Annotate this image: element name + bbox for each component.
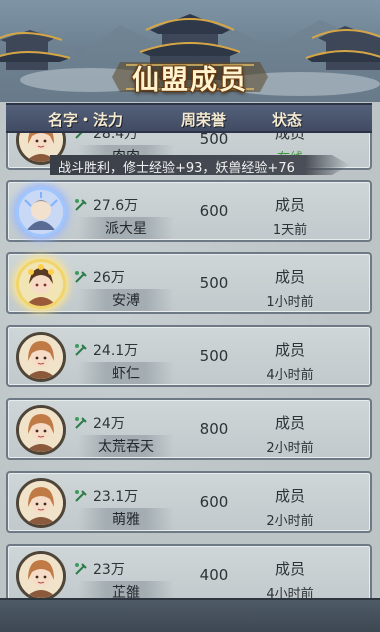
member-last-online: 4小时前 — [266, 368, 314, 383]
member-row[interactable]: 23.1万 萌雅 600 成员 2小时前 — [6, 471, 372, 533]
member-row[interactable]: 23万 芷雒 400 成员 4小时前 — [6, 544, 372, 606]
member-last-online: 2小时前 — [266, 441, 314, 456]
title-banner: 仙盟成员 — [112, 54, 268, 100]
member-name: 虾仁 — [78, 362, 174, 384]
member-last-online: 1小时前 — [266, 295, 314, 310]
power-icon — [75, 490, 87, 502]
member-power: 24.1万 — [93, 343, 139, 359]
member-weekly-honor: 600 — [199, 202, 229, 220]
list-header: 名字・法力 周荣誉 状态 — [6, 103, 372, 133]
battle-log-toast: 战斗胜利，修士经验+93，妖兽经验+76 — [50, 155, 350, 175]
flower-girl-avatar[interactable] — [16, 259, 66, 309]
member-weekly-honor: 800 — [199, 420, 229, 438]
member-weekly-honor: 500 — [199, 347, 229, 365]
header-name-power: 名字・法力 — [48, 111, 124, 129]
member-row[interactable]: 27.6万 派大星 600 成员 1天前 — [6, 180, 372, 242]
power-icon — [75, 563, 87, 575]
member-weekly-honor: 400 — [199, 566, 229, 584]
member-rank: 成员 — [274, 414, 305, 432]
member-name: 太荒吞天 — [78, 435, 174, 457]
power-icon — [75, 199, 87, 211]
member-last-online: 2小时前 — [266, 514, 314, 529]
page-title: 仙盟成员 — [132, 64, 248, 96]
member-name: 安溥 — [78, 289, 174, 311]
bottom-bar — [0, 598, 380, 632]
girl-avatar[interactable] — [16, 332, 66, 382]
member-power: 27.6万 — [93, 198, 139, 214]
member-weekly-honor: 500 — [199, 274, 229, 292]
battle-log-text: 战斗胜利，修士经验+93，妖兽经验+76 — [58, 161, 295, 176]
member-power: 26万 — [93, 270, 125, 286]
member-name: 萌雅 — [78, 508, 174, 530]
member-power: 23万 — [93, 562, 125, 578]
power-icon — [75, 271, 87, 283]
ice-hero-avatar[interactable] — [16, 187, 66, 237]
member-power: 24万 — [93, 416, 125, 432]
member-rank: 成员 — [274, 341, 305, 359]
girl-avatar[interactable] — [16, 405, 66, 455]
member-last-online: 1天前 — [272, 223, 308, 238]
girl-avatar[interactable] — [16, 478, 66, 528]
header-weekly-honor: 周荣誉 — [181, 111, 227, 129]
member-name: 派大星 — [78, 217, 174, 239]
power-icon — [75, 417, 87, 429]
member-rank: 成员 — [274, 560, 305, 578]
power-icon — [75, 344, 87, 356]
member-rank: 成员 — [274, 268, 305, 286]
member-rank: 成员 — [274, 196, 305, 214]
header-status: 状态 — [272, 111, 303, 129]
member-weekly-honor: 600 — [199, 493, 229, 511]
member-row[interactable]: 24万 太荒吞天 800 成员 2小时前 — [6, 398, 372, 460]
member-row[interactable]: 26万 安溥 500 成员 1小时前 — [6, 252, 372, 314]
member-row[interactable]: 24.1万 虾仁 500 成员 4小时前 — [6, 325, 372, 387]
girl-avatar[interactable] — [16, 551, 66, 601]
member-rank: 成员 — [274, 487, 305, 505]
member-power: 23.1万 — [93, 489, 139, 505]
